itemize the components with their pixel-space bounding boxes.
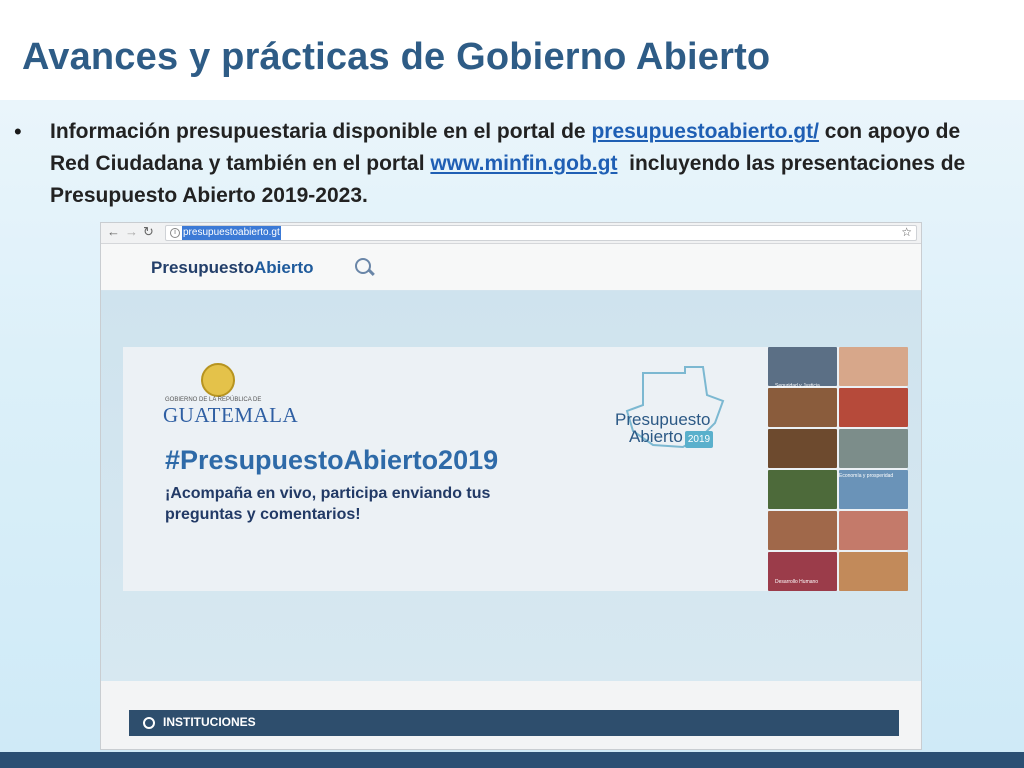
bullet-text-before: Información presupuestaria disponible en… [50, 120, 592, 143]
address-bar-url: presupuestoabierto.gt [182, 226, 281, 240]
presupuesto-abierto-logo: Presupuesto Abierto 2019 [615, 411, 714, 448]
site-logo-part1: Presupuesto [151, 258, 254, 277]
photo-caption: Seguridad y Justicia [775, 383, 820, 389]
site-header: PresupuestoAbierto [101, 244, 921, 291]
collage-photo [768, 470, 837, 509]
collage-photo [768, 511, 837, 550]
back-arrow-icon[interactable]: ← [107, 224, 120, 239]
info-icon[interactable]: i [170, 228, 180, 238]
photo-caption: Economía y prosperidad [839, 473, 894, 479]
collage-photo [839, 388, 908, 427]
site-logo-part2: Abierto [253, 258, 314, 277]
browser-toolbar: ← → ↻ i presupuestoabierto.gt ☆ [101, 223, 921, 244]
collage-photo [768, 347, 837, 386]
event-banner: GOBIERNO DE LA REPÚBLICA DE GUATEMALA #P… [123, 347, 908, 591]
collage-photo [839, 429, 908, 468]
logo-year: 2019 [684, 431, 714, 448]
forward-arrow-icon[interactable]: → [125, 224, 138, 239]
collage-photo [839, 347, 908, 386]
presupuestoabierto-link[interactable]: presupuestoabierto.gt/ [591, 120, 819, 143]
search-icon[interactable] [355, 258, 371, 274]
coat-of-arms-icon [201, 363, 235, 397]
instituciones-section-bar[interactable]: INSTITUCIONES [129, 710, 899, 736]
bookmark-star-icon[interactable]: ☆ [901, 225, 912, 239]
reload-icon[interactable]: ↻ [143, 224, 154, 240]
address-bar[interactable]: i presupuestoabierto.gt ☆ [165, 225, 917, 241]
bullet-marker: • [14, 119, 22, 144]
photo-caption: Desarrollo Humano [775, 579, 819, 585]
minfin-link[interactable]: www.minfin.gob.gt [430, 152, 617, 175]
browser-screenshot: ← → ↻ i presupuestoabierto.gt ☆ Presupue… [100, 222, 922, 750]
collage-photo [839, 511, 908, 550]
instituciones-label: INSTITUCIONES [163, 715, 256, 729]
title-bar: Avances y prácticas de Gobierno Abierto [0, 0, 1024, 100]
org-name: GUATEMALA [163, 403, 299, 427]
collage-photo [768, 552, 837, 591]
logo-line2: Abierto [629, 427, 683, 446]
bullet-text: Información presupuestaria disponible en… [50, 116, 1005, 212]
site-logo[interactable]: PresupuestoAbierto [151, 258, 313, 278]
collage-photo [839, 552, 908, 591]
footer-bar [0, 752, 1024, 768]
collage-photo [768, 388, 837, 427]
page-content: GOBIERNO DE LA REPÚBLICA DE GUATEMALA #P… [101, 291, 921, 681]
collage-photo [768, 429, 837, 468]
slide-title: Avances y prácticas de Gobierno Abierto [22, 36, 771, 78]
circle-icon [143, 717, 155, 729]
banner-hashtag: #PresupuestoAbierto2019 [165, 445, 499, 475]
banner-tagline: ¡Acompaña en vivo, participa enviando tu… [165, 485, 491, 523]
